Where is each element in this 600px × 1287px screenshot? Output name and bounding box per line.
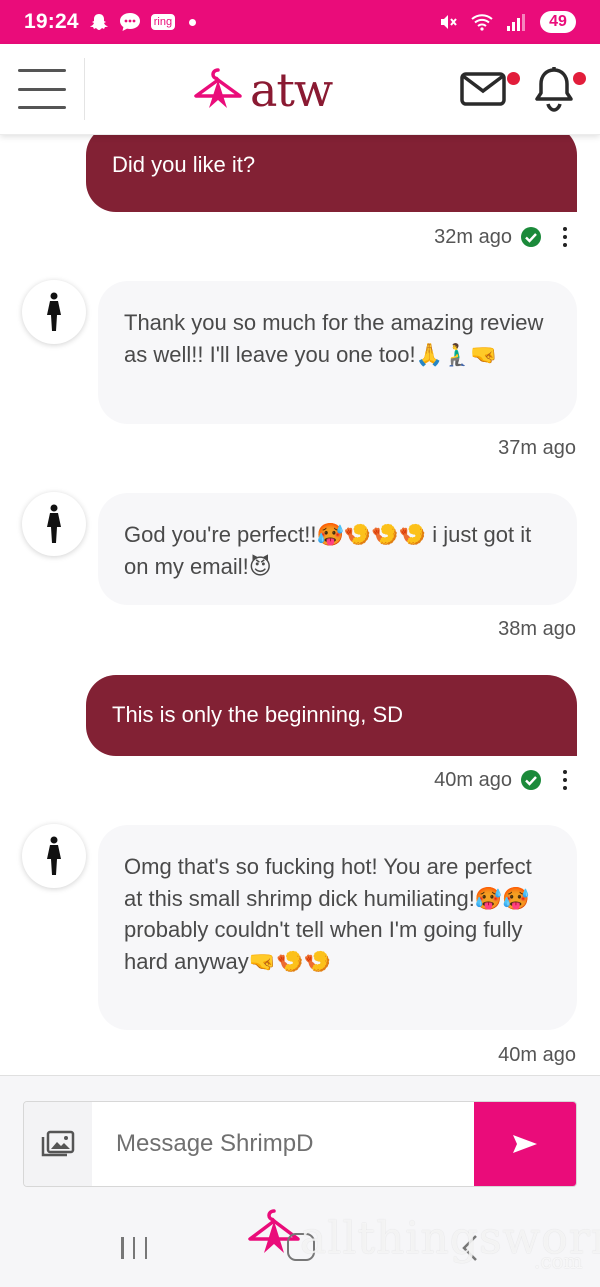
- compose-box: [23, 1101, 577, 1187]
- send-icon: [513, 1135, 537, 1153]
- incoming-message-bubble[interactable]: God you're perfect!!🥵🍤🍤🍤 i just got it o…: [98, 493, 577, 605]
- more-options-icon[interactable]: [554, 225, 576, 249]
- avatar[interactable]: [22, 824, 86, 888]
- message-text: Thank you so much for the amazing review…: [124, 310, 544, 367]
- mail-notification-dot: [507, 72, 520, 85]
- more-options-icon[interactable]: [554, 768, 576, 792]
- status-time: 19:24: [24, 10, 79, 33]
- message-time: 40m ago: [498, 1044, 576, 1066]
- system-nav-bar: allthingsworn .com: [0, 1205, 600, 1287]
- snapchat-icon: [89, 12, 109, 32]
- chat-bubble-icon: [119, 12, 141, 32]
- female-figure-icon: [47, 504, 61, 543]
- message-meta: 38m ago: [498, 618, 576, 641]
- message-time: 38m ago: [498, 618, 576, 640]
- avatar[interactable]: [22, 280, 86, 344]
- outgoing-message-bubble[interactable]: This is only the beginning, SD: [86, 675, 577, 756]
- message-text: Did you like it?: [112, 152, 256, 177]
- message-meta: 37m ago: [498, 437, 576, 460]
- message-meta: 40m ago: [498, 1044, 576, 1067]
- hamburger-menu-icon[interactable]: [18, 69, 66, 109]
- compose-area: [0, 1075, 600, 1205]
- message-text: God you're perfect!!🥵🍤🍤🍤 i just got it o…: [124, 522, 532, 579]
- message-list[interactable]: Did you like it? 32m ago Thank you so mu…: [0, 135, 600, 1075]
- avatar[interactable]: [22, 492, 86, 556]
- logo-text: atw: [250, 63, 333, 117]
- header-divider: [84, 58, 85, 120]
- bell-icon[interactable]: [534, 66, 586, 114]
- atw-logo[interactable]: atw: [192, 62, 333, 118]
- message-input[interactable]: [92, 1102, 474, 1186]
- mute-icon: [438, 12, 458, 32]
- status-bar: 19:24 ring 49: [0, 0, 600, 44]
- female-figure-icon: [47, 836, 61, 875]
- read-check-icon: [521, 770, 541, 790]
- wifi-icon: [470, 12, 494, 32]
- message-time: 40m ago: [434, 768, 512, 791]
- incoming-message-bubble[interactable]: Omg that's so fucking hot! You are perfe…: [98, 825, 577, 1030]
- recents-button[interactable]: [121, 1237, 147, 1259]
- ring-app-icon: ring: [150, 14, 176, 30]
- message-meta: 40m ago: [434, 768, 576, 792]
- image-attach-icon[interactable]: [24, 1102, 92, 1186]
- incoming-message-bubble[interactable]: Thank you so much for the amazing review…: [98, 281, 577, 424]
- watermark-sub: .com: [534, 1249, 583, 1273]
- battery-indicator: 49: [540, 11, 576, 33]
- message-time: 37m ago: [498, 437, 576, 459]
- message-text: Omg that's so fucking hot! You are perfe…: [124, 854, 532, 974]
- message-text: This is only the beginning, SD: [112, 702, 404, 727]
- message-meta: 32m ago: [434, 225, 576, 249]
- female-figure-icon: [47, 292, 61, 331]
- app-header: atw: [0, 44, 600, 135]
- send-button[interactable]: [474, 1102, 576, 1186]
- outgoing-message-bubble[interactable]: Did you like it?: [86, 135, 577, 212]
- signal-icon: [506, 12, 528, 32]
- hanger-icon: [194, 68, 242, 108]
- notification-dot-icon: [189, 18, 197, 26]
- bell-notification-dot: [573, 72, 586, 85]
- mail-icon[interactable]: [460, 72, 520, 108]
- message-time: 32m ago: [434, 225, 512, 248]
- read-check-icon: [521, 227, 541, 247]
